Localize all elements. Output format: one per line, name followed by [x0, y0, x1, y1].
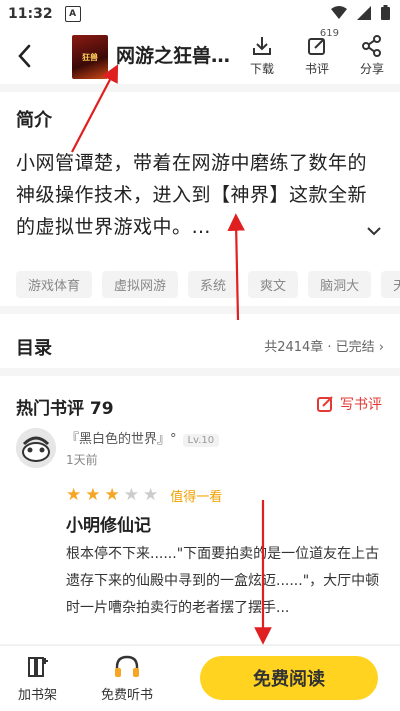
rating-verdict: 值得一看 — [170, 490, 223, 505]
status-bar: 11:32 A — [0, 0, 400, 28]
tag-item[interactable]: 虚拟网游 — [102, 271, 179, 298]
level-badge: Lv.10 — [182, 434, 220, 447]
add-to-shelf-label: 加书架 — [18, 688, 58, 703]
review-label: 书评 — [304, 62, 329, 76]
headphones-icon — [115, 655, 139, 677]
reviews-card: 热门书评 79 写书评 『黑白色的世界』° Lv.10 1天前 ★ ★ ★ ★ ★… — [0, 376, 400, 644]
book-title: 网游之狂兽… — [116, 45, 231, 67]
share-label: 分享 — [359, 62, 384, 76]
write-review-button[interactable]: 写书评 — [316, 394, 382, 414]
review-username: 『黑白色的世界』° Lv.10 — [66, 428, 220, 447]
review-book-title: 小明修仙记 — [66, 516, 151, 536]
free-read-button[interactable]: 免费阅读 — [200, 656, 378, 700]
reviews-heading: 热门书评 79 — [16, 399, 114, 419]
avatar[interactable] — [16, 428, 56, 468]
intro-card: 简介 小网管谭楚，带着在网游中磨练了数年的神级操作技术，进入到【神界】这款全新的… — [0, 92, 400, 306]
toc-heading: 目录 — [16, 338, 52, 359]
star-icon: ★ — [123, 485, 139, 505]
battery-icon — [381, 5, 390, 20]
write-icon — [317, 396, 333, 412]
book-header: 狂兽 网游之狂兽… 下载 619 书评 分享 — [0, 28, 400, 84]
star-icon: ★ — [66, 485, 82, 505]
tag-item[interactable]: 爽文 — [248, 271, 299, 298]
review-button[interactable]: 619 书评 — [297, 28, 339, 77]
signal-icon — [357, 5, 371, 20]
tag-item[interactable]: 系统 — [188, 271, 239, 298]
share-icon — [362, 35, 381, 57]
wifi-icon — [331, 5, 347, 19]
free-listen-button[interactable]: 免费听书 — [101, 654, 153, 703]
a-notification-icon: A — [64, 6, 81, 22]
username-text: 『黑白色的世界』° — [66, 432, 177, 447]
toc-info: 共2414章 · 已完结 › — [264, 340, 384, 355]
tag-item[interactable]: 天 — [381, 271, 400, 298]
toc-row[interactable]: 目录 共2414章 · 已完结 › — [0, 314, 400, 368]
chevron-down-icon[interactable] — [366, 226, 382, 236]
cover-text: 狂兽 — [82, 52, 98, 62]
bottom-bar: 加书架 免费听书 免费阅读 — [0, 645, 400, 711]
tag-item[interactable]: 游戏体育 — [16, 271, 93, 298]
bookshelf-icon — [27, 657, 48, 677]
download-icon — [253, 37, 271, 55]
write-review-label: 写书评 — [340, 397, 382, 413]
intro-text[interactable]: 小网管谭楚，带着在网游中磨练了数年的神级操作技术，进入到【神界】这款全新的虚拟世… — [16, 147, 368, 243]
tag-item[interactable]: 脑洞大 — [308, 271, 372, 298]
add-to-shelf-button[interactable]: 加书架 — [18, 654, 57, 703]
back-arrow-icon[interactable] — [14, 42, 38, 70]
star-icon: ★ — [104, 485, 120, 505]
share-button[interactable]: 分享 — [352, 34, 392, 77]
star-icon: ★ — [85, 485, 101, 505]
rating-stars: ★ ★ ★ ★ ★ 值得一看 — [66, 485, 223, 506]
free-listen-label: 免费听书 — [101, 688, 154, 703]
download-label: 下载 — [249, 62, 274, 76]
review-time: 1天前 — [66, 453, 98, 467]
book-cover: 狂兽 — [72, 35, 108, 79]
download-button[interactable]: 下载 — [242, 34, 282, 77]
status-time: 11:32 — [8, 6, 53, 22]
review-text[interactable]: 根本停不下来......"下面要拍卖的是一位道友在上古遗存下来的仙殿中寻到的一盒… — [66, 541, 382, 622]
intro-heading: 简介 — [16, 110, 52, 131]
star-icon: ★ — [143, 485, 159, 505]
tag-list: 游戏体育 虚拟网游 系统 爽文 脑洞大 天 — [16, 271, 400, 298]
review-count-badge: 619 — [319, 28, 339, 39]
